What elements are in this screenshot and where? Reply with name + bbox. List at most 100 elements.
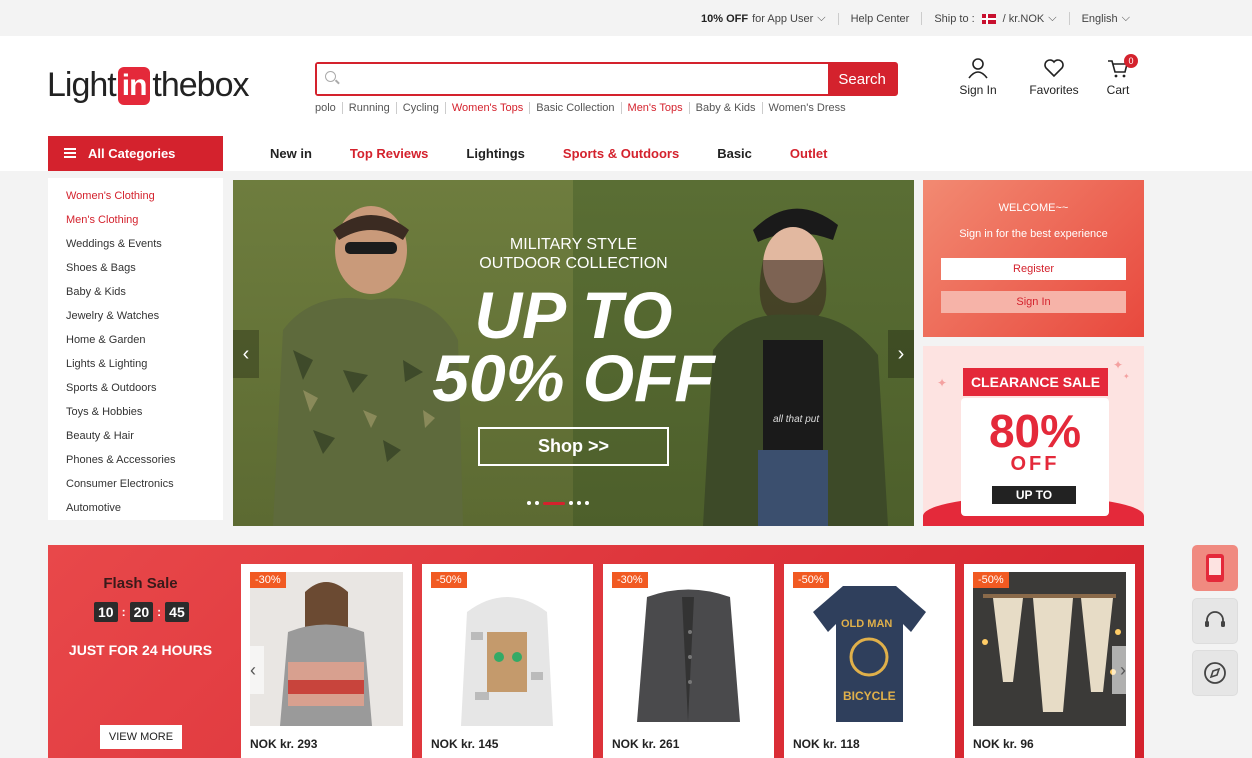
hot-searches: polo Running Cycling Women's Tops Basic Coll…	[315, 102, 852, 114]
view-more-button[interactable]: VIEW MORE	[100, 725, 182, 749]
app-promo-bold: 10% OFF	[701, 12, 749, 25]
banner-dot[interactable]	[527, 501, 531, 505]
banner-prev-arrow[interactable]: ‹	[233, 330, 259, 378]
nav-link-outlet[interactable]: Outlet	[790, 146, 828, 161]
banner-dot[interactable]	[569, 501, 573, 505]
banner-next-arrow[interactable]: ›	[888, 330, 914, 378]
banner-subtitle: MILITARY STYLE OUTDOOR COLLECTION	[233, 235, 914, 273]
menu-icon	[64, 148, 76, 158]
cart-count-badge: 0	[1124, 54, 1138, 68]
product-image-striped-hoodie[interactable]	[250, 572, 403, 726]
clearance-tag: CLEARANCE SALE	[963, 368, 1108, 396]
search-button[interactable]: Search	[828, 64, 896, 94]
category-list: Women's Clothing Men's Clothing Weddings &…	[48, 178, 223, 520]
category-item[interactable]: Women's Clothing	[66, 184, 223, 208]
nav-link-basic[interactable]: Basic	[717, 146, 752, 161]
register-button[interactable]: Register	[941, 258, 1126, 280]
timer-separator: :	[157, 605, 162, 619]
product-price: NOK kr. 145	[431, 737, 499, 751]
cart-label: Cart	[1106, 83, 1130, 97]
all-categories-label: All Categories	[88, 146, 176, 161]
hot-search-link[interactable]: Running	[341, 102, 396, 114]
nav-link-sports-outdoors[interactable]: Sports & Outdoors	[563, 146, 679, 161]
ship-to-selector[interactable]: Ship to : / kr.NOK ⌵	[921, 12, 1068, 25]
header: Light in thebox Search polo Running Cycling W…	[0, 36, 1252, 136]
category-item[interactable]: Shoes & Bags	[66, 256, 223, 280]
search-input[interactable]	[317, 64, 829, 94]
site-logo[interactable]: Light in thebox	[47, 66, 250, 105]
discount-badge: -50%	[973, 572, 1009, 588]
category-item[interactable]: Automotive	[66, 496, 223, 520]
help-center-link[interactable]: Help Center	[837, 12, 922, 25]
banner-pagination	[527, 501, 589, 505]
discount-badge: -30%	[612, 572, 648, 588]
hot-search-link[interactable]: Baby & Kids	[688, 102, 762, 114]
banner-dot[interactable]	[535, 501, 539, 505]
norway-flag-icon	[981, 13, 996, 24]
timer-separator: :	[121, 605, 126, 619]
banner-dot[interactable]	[577, 501, 581, 505]
shirt-print-text: all that put	[773, 414, 820, 425]
countdown-timer: 10:20:45	[94, 602, 189, 622]
banner-dot[interactable]	[585, 501, 589, 505]
nav-link-top-reviews[interactable]: Top Reviews	[350, 146, 429, 161]
all-categories-button[interactable]: All Categories	[48, 136, 223, 171]
logo-text-thebox: thebox	[152, 66, 249, 104]
explore-button[interactable]	[1192, 650, 1238, 696]
banner-line-1: MILITARY STYLE	[509, 236, 638, 253]
product-card[interactable]: OLD MAN BICYCLE -50% NOK kr. 118	[784, 564, 955, 758]
banner-dot-active[interactable]	[543, 501, 565, 505]
logo-text-light: Light	[47, 66, 117, 104]
app-download-button[interactable]	[1192, 545, 1238, 591]
clearance-sale-banner[interactable]: ✦ ✦ ✦ CLEARANCE SALE 80% OFF UP TO	[923, 346, 1144, 526]
flash-sale-subtitle: JUST FOR 24 HOURS	[68, 642, 213, 658]
product-price: NOK kr. 118	[793, 737, 860, 751]
welcome-sign-in-button[interactable]: Sign In	[941, 291, 1126, 313]
product-card[interactable]: -50% NOK kr. 145	[422, 564, 593, 758]
discount-badge: -50%	[793, 572, 829, 588]
search-icon	[325, 71, 336, 82]
category-item[interactable]: Beauty & Hair	[66, 424, 223, 448]
category-item[interactable]: Weddings & Events	[66, 232, 223, 256]
hot-search-link[interactable]: Basic Collection	[529, 102, 620, 114]
category-item[interactable]: Phones & Accessories	[66, 448, 223, 472]
product-card[interactable]: -30% NOK kr. 261	[603, 564, 774, 758]
category-item[interactable]: Consumer Electronics	[66, 472, 223, 496]
category-item[interactable]: Lights & Lighting	[66, 352, 223, 376]
category-item[interactable]: Sports & Outdoors	[66, 376, 223, 400]
product-image-grey-cardigan[interactable]	[612, 572, 765, 726]
hot-search-link[interactable]: Women's Tops	[444, 102, 529, 114]
ship-to-label: Ship to :	[934, 12, 975, 25]
product-image-macrame-wall-hanging[interactable]	[973, 572, 1126, 726]
nav-link-new-in[interactable]: New in	[270, 146, 312, 161]
category-item[interactable]: Jewelry & Watches	[66, 304, 223, 328]
language-selector[interactable]: English ⌵	[1068, 12, 1142, 25]
hot-search-link[interactable]: polo	[315, 102, 342, 114]
hot-search-link[interactable]: Women's Dress	[761, 102, 852, 114]
compass-icon	[1204, 662, 1226, 684]
hero-banner[interactable]: all that put MILITARY STYLE OUTDOOR COLLE…	[233, 180, 914, 526]
top-bar: 10% OFF for App User ⌵ Help Center Ship to…	[0, 0, 1252, 36]
nav-link-lightings[interactable]: Lightings	[466, 146, 525, 161]
customer-service-button[interactable]	[1192, 598, 1238, 644]
category-item[interactable]: Men's Clothing	[66, 208, 223, 232]
product-card[interactable]: -50% NOK kr. 96	[964, 564, 1135, 758]
products-next-arrow[interactable]: ›	[1112, 646, 1134, 694]
category-item[interactable]: Toys & Hobbies	[66, 400, 223, 424]
product-image-cat-print-hoodie[interactable]	[431, 572, 584, 726]
product-price: NOK kr. 293	[250, 737, 318, 751]
search-bar: Search	[315, 62, 898, 96]
category-item[interactable]: Baby & Kids	[66, 280, 223, 304]
sign-in-button[interactable]: Sign In	[940, 56, 1016, 97]
product-image-cycling-jersey[interactable]: OLD MAN BICYCLE	[793, 572, 946, 726]
shop-now-button[interactable]: Shop >>	[478, 427, 669, 466]
hot-search-link[interactable]: Men's Tops	[620, 102, 689, 114]
products-prev-arrow[interactable]: ‹	[242, 646, 264, 694]
app-promo-link[interactable]: 10% OFF for App User ⌵	[689, 12, 838, 25]
hot-search-link[interactable]: Cycling	[395, 102, 445, 114]
favorites-button[interactable]: Favorites	[1016, 56, 1092, 97]
product-card[interactable]: -30% NOK kr. 293	[241, 564, 412, 758]
cart-button[interactable]: 0 Cart	[1092, 54, 1144, 97]
category-item[interactable]: Home & Garden	[66, 328, 223, 352]
svg-text:BICYCLE: BICYCLE	[843, 689, 896, 703]
